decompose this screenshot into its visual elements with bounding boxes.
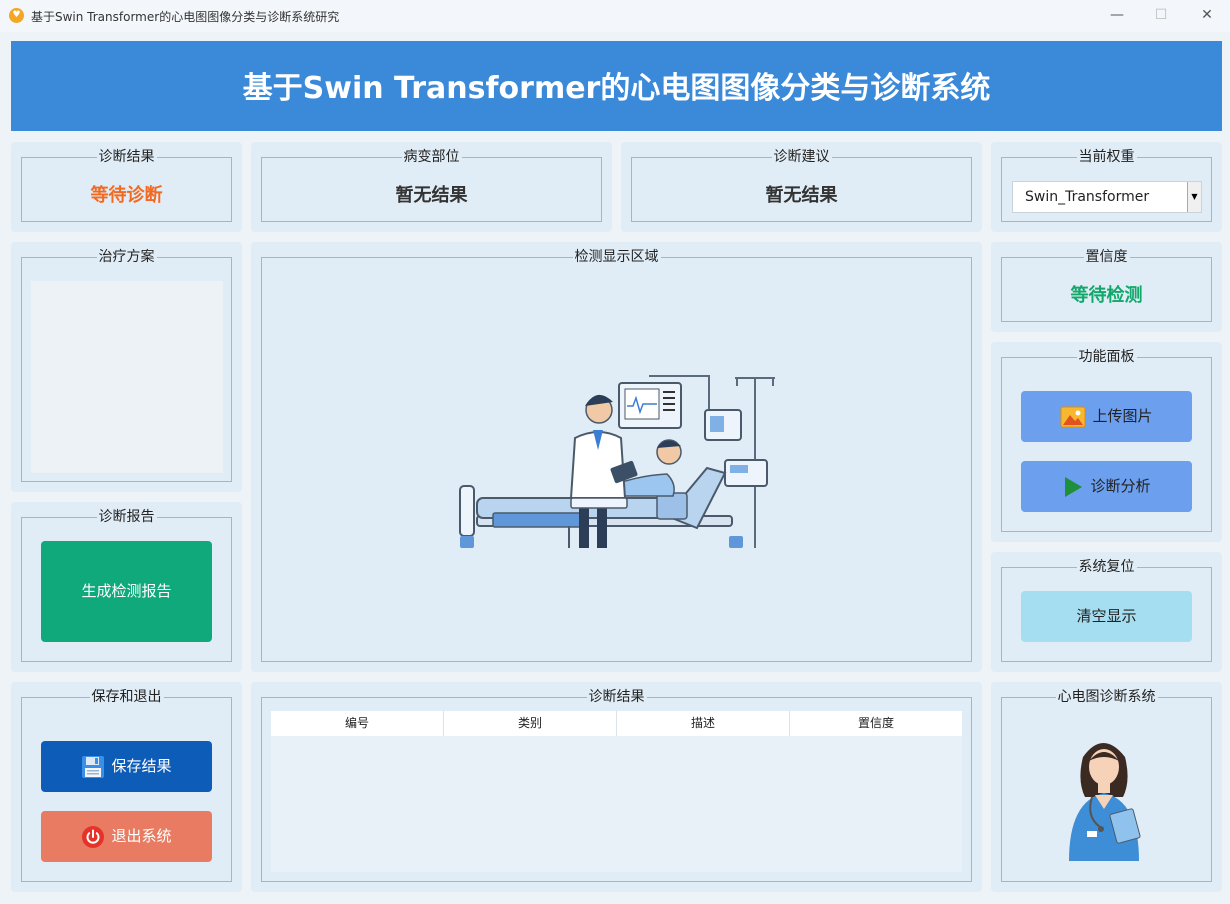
save-results-label: 保存结果 — [111, 757, 172, 775]
app-header: 基于Swin Transformer的心电图图像分类与诊断系统 — [11, 41, 1222, 131]
lesion-panel: 病变部位 暂无结果 — [251, 142, 612, 232]
results-table-group: 诊断结果 编号 类别 描述 置信度 — [261, 689, 972, 882]
upload-image-button[interactable]: 上传图片 — [1021, 391, 1192, 442]
results-table-header: 编号 类别 描述 置信度 — [271, 711, 962, 736]
save-exit-label: 保存和退出 — [89, 689, 164, 705]
confidence-value: 等待检测 — [1070, 285, 1143, 306]
close-button[interactable]: ✕ — [1184, 0, 1230, 32]
lesion-label: 病变部位 — [401, 149, 462, 165]
treatment-group: 治疗方案 — [21, 249, 232, 482]
weight-group: 当前权重 Swin_Transformer ▼ — [1001, 149, 1212, 222]
image-icon — [1060, 406, 1086, 427]
save-exit-panel: 保存和退出 保存结果 退出系统 — [11, 682, 242, 892]
power-icon — [82, 825, 105, 848]
diagnose-label: 诊断分析 — [1090, 477, 1151, 495]
treatment-textarea[interactable] — [31, 281, 223, 473]
report-group: 诊断报告 生成检测报告 — [21, 509, 232, 662]
play-icon — [1065, 476, 1083, 497]
doctor-patient-illustration — [459, 375, 775, 548]
column-header-description[interactable]: 描述 — [617, 711, 790, 736]
diagnose-button[interactable]: 诊断分析 — [1021, 461, 1192, 512]
advice-panel: 诊断建议 暂无结果 — [621, 142, 982, 232]
reset-panel: 系统复位 清空显示 — [991, 552, 1222, 672]
column-header-category[interactable]: 类别 — [444, 711, 617, 736]
display-panel: 检测显示区域 — [251, 242, 982, 672]
weight-label: 当前权重 — [1076, 149, 1137, 165]
weight-select[interactable]: Swin_Transformer ▼ — [1012, 181, 1202, 213]
reset-label: 系统复位 — [1076, 559, 1137, 575]
save-results-button[interactable]: 保存结果 — [41, 741, 212, 792]
advice-label: 诊断建议 — [771, 149, 832, 165]
treatment-panel: 治疗方案 — [11, 242, 242, 492]
minimize-button[interactable]: — — [1094, 0, 1140, 32]
display-group: 检测显示区域 — [261, 249, 972, 662]
generate-report-button[interactable]: 生成检测报告 — [41, 541, 212, 642]
system-group: 心电图诊断系统 — [1001, 689, 1212, 882]
column-header-confidence[interactable]: 置信度 — [790, 711, 962, 736]
upload-image-label: 上传图片 — [1092, 407, 1153, 425]
exit-system-button[interactable]: 退出系统 — [41, 811, 212, 862]
display-label: 检测显示区域 — [572, 249, 661, 265]
exit-system-label: 退出系统 — [111, 827, 172, 845]
result-panel: 诊断结果 等待诊断 — [11, 142, 242, 232]
lesion-group: 病变部位 暂无结果 — [261, 149, 602, 222]
reset-group: 系统复位 清空显示 — [1001, 559, 1212, 662]
app-title: 基于Swin Transformer的心电图图像分类与诊断系统 — [242, 71, 991, 106]
confidence-label: 置信度 — [1083, 249, 1130, 265]
chevron-down-icon[interactable]: ▼ — [1187, 182, 1201, 212]
functions-panel: 功能面板 上传图片 诊断分析 — [991, 342, 1222, 542]
floppy-disk-icon — [82, 755, 105, 778]
report-label: 诊断报告 — [96, 509, 157, 525]
results-table-label: 诊断结果 — [586, 689, 647, 705]
nurse-avatar — [1069, 743, 1141, 861]
confidence-group: 置信度 等待检测 — [1001, 249, 1212, 322]
functions-label: 功能面板 — [1076, 349, 1137, 365]
confidence-panel: 置信度 等待检测 — [991, 242, 1222, 332]
advice-group: 诊断建议 暂无结果 — [631, 149, 972, 222]
app-heart-icon: ♥ — [9, 8, 24, 23]
advice-value: 暂无结果 — [765, 185, 838, 206]
results-table-body[interactable] — [271, 736, 962, 872]
functions-group: 功能面板 上传图片 诊断分析 — [1001, 349, 1212, 532]
lesion-value: 暂无结果 — [395, 185, 468, 206]
results-table-panel: 诊断结果 编号 类别 描述 置信度 — [251, 682, 982, 892]
result-label: 诊断结果 — [96, 149, 157, 165]
window-title: 基于Swin Transformer的心电图图像分类与诊断系统研究 — [31, 10, 340, 24]
save-exit-group: 保存和退出 保存结果 退出系统 — [21, 689, 232, 882]
clear-display-button[interactable]: 清空显示 — [1021, 591, 1192, 642]
window-titlebar: ♥ 基于Swin Transformer的心电图图像分类与诊断系统研究 — ☐ … — [0, 0, 1230, 32]
report-panel: 诊断报告 生成检测报告 — [11, 502, 242, 672]
result-group: 诊断结果 等待诊断 — [21, 149, 232, 222]
weight-selected-value: Swin_Transformer — [1025, 189, 1150, 205]
treatment-label: 治疗方案 — [96, 249, 157, 265]
weight-panel: 当前权重 Swin_Transformer ▼ — [991, 142, 1222, 232]
result-value: 等待诊断 — [90, 185, 163, 206]
maximize-button[interactable]: ☐ — [1138, 0, 1184, 32]
system-panel: 心电图诊断系统 — [991, 682, 1222, 892]
system-label: 心电图诊断系统 — [1055, 689, 1158, 705]
column-header-id[interactable]: 编号 — [271, 711, 444, 736]
